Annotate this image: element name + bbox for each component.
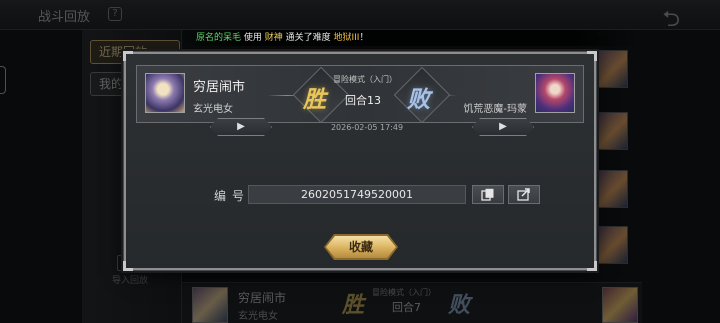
battle-datetime: 2026-02-05 17:49 [330,123,404,132]
win-glyph: 胜 [303,87,326,113]
play-player-replay-button[interactable]: ▶ [210,118,272,136]
play-icon: ▶ [499,121,507,132]
play-opponent-replay-button[interactable]: ▶ [472,118,534,136]
opponent-title: 饥荒恶魔-玛蒙 [463,104,527,115]
player-title: 玄光电女 [193,104,233,115]
battle-summary-card: 穷居闹市 玄光电女 胜 败 冒险模式（入门） 回合13 饥荒恶魔-玛蒙 2026… [136,65,584,132]
announcement-banner: 原名的呆毛 使用 财神 通关了难度 地狱III！ [180,30,640,46]
announce-text: ！ [359,33,369,43]
announce-text: 通关了难度 [282,33,334,43]
announce-text: 使用 [241,33,265,43]
replay-code-label: 编号 [214,189,251,203]
play-icon: ▶ [237,121,245,132]
announce-difficulty: 地狱III [333,33,360,43]
copy-code-button[interactable] [472,185,504,204]
announce-hero: 财神 [264,33,283,43]
announce-player: 原名的呆毛 [196,33,242,43]
share-button[interactable] [508,185,540,204]
player-avatar[interactable] [145,73,185,113]
game-mode: 冒险模式（入门） [333,75,397,84]
replay-code-field[interactable]: 2602051749520001 [248,185,466,204]
copy-icon [481,188,494,201]
share-icon [517,188,530,201]
favorite-button[interactable]: 收藏 [326,236,396,258]
frame-corner [587,51,597,61]
replay-detail-modal: 穷居闹市 玄光电女 胜 败 冒险模式（入门） 回合13 饥荒恶魔-玛蒙 2026… [123,51,597,271]
opponent-avatar[interactable] [535,73,575,113]
player-name: 穷居闹市 [193,80,246,95]
frame-corner [123,51,133,61]
round-count: 回合13 [345,94,381,107]
frame-corner [587,261,597,271]
lose-glyph: 败 [407,87,430,113]
frame-corner [123,261,133,271]
